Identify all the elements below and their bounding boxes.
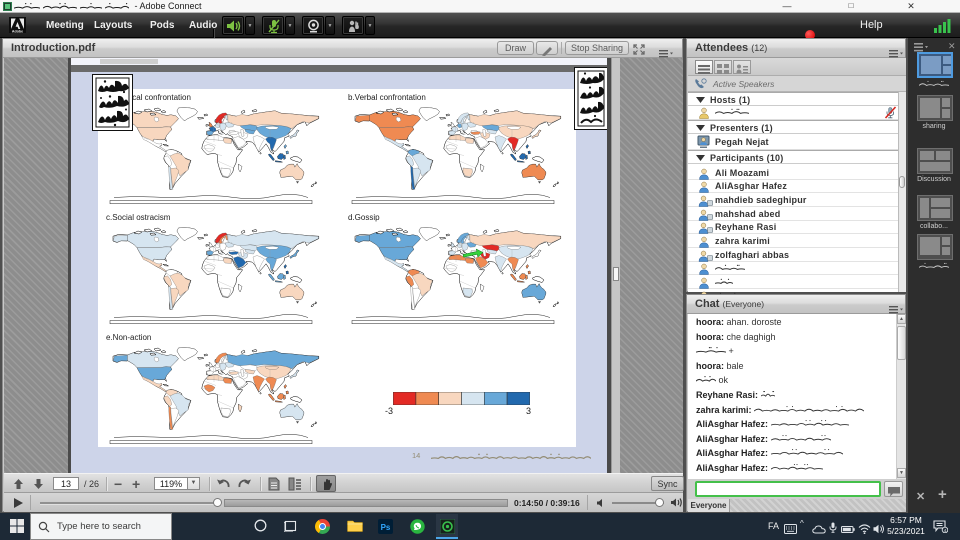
svg-text:Ps: Ps xyxy=(381,523,391,532)
svg-text:Adobe: Adobe xyxy=(12,30,23,34)
